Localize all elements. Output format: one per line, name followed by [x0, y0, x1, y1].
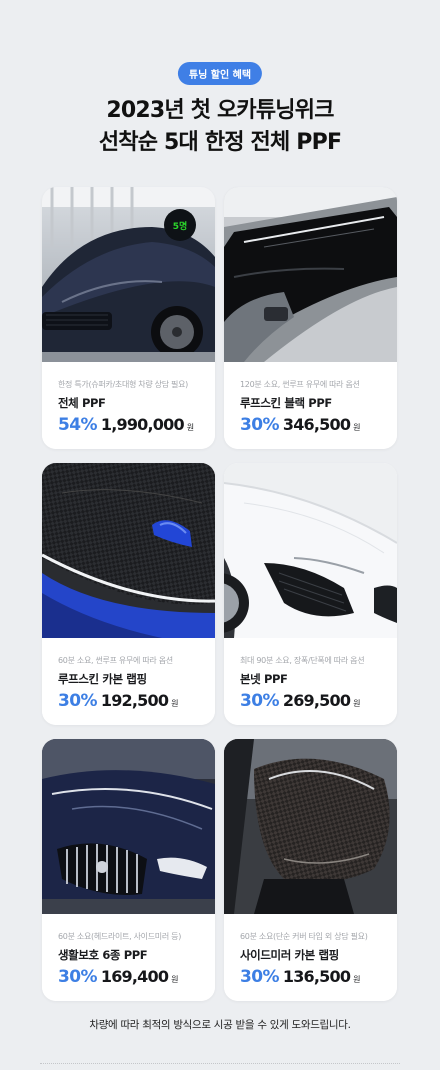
card-price-row: 30% 192,500 원 [58, 691, 179, 711]
card-price-row: 30% 269,500 원 [240, 691, 361, 711]
sale-price: 346,500 [282, 415, 351, 434]
currency-unit: 원 [171, 975, 179, 984]
page-title-line-2: 선착순 5대 한정 전체 PPF [98, 130, 342, 155]
currency-unit: 원 [171, 699, 179, 708]
card-price-row: 30% 169,400 원 [58, 967, 179, 987]
page-title-line-1: 2023년 첫 오카튜닝위크 [106, 98, 334, 123]
dotted-divider [40, 1063, 400, 1064]
card-title: 본넷 PPF [240, 672, 288, 686]
card-note: 60분 소요(헤드라이트, 사이드미러 등) [58, 932, 182, 941]
card-image-white-sports-car [224, 463, 397, 638]
card-image-black-roof [224, 187, 397, 362]
discount-rate: 30% [240, 967, 279, 987]
currency-unit: 원 [353, 975, 361, 984]
card-price-row: 30% 346,500 원 [240, 415, 361, 435]
currency-unit: 원 [186, 423, 195, 432]
sale-price: 169,400 [100, 967, 169, 986]
product-card-roof-black-ppf[interactable]: 120분 소요, 썬루프 유무에 따라 옵션 루프스킨 블랙 PPF 30% 34… [224, 187, 397, 449]
footer-note: 차량에 따라 최적의 방식으로 시공 받을 수 있게 도와드립니다. [89, 1019, 351, 1031]
card-note: 60분 소요(단순 커버 타입 외 상담 필요) [240, 932, 368, 941]
discount-rate: 30% [58, 691, 97, 711]
sale-price: 192,500 [100, 691, 169, 710]
sale-price: 1,990,000 [100, 415, 185, 434]
currency-unit: 원 [353, 423, 361, 432]
card-price-row: 30% 136,500 원 [240, 967, 361, 987]
promo-badge: 튜닝 할인 혜택 [177, 62, 263, 85]
discount-rate: 30% [240, 415, 279, 435]
card-title: 전체 PPF [58, 396, 106, 410]
discount-rate: 30% [240, 691, 279, 711]
card-title: 사이드미러 카본 랩핑 [240, 948, 339, 962]
card-note: 최대 90분 소요, 장폭/단폭에 따라 옵션 [240, 656, 365, 665]
card-price-row: 54% 1,990,000 원 [58, 415, 194, 435]
card-image-carbon-roof [42, 463, 215, 638]
product-card-hood-ppf[interactable]: 최대 90분 소요, 장폭/단폭에 따라 옵션 본넷 PPF 30% 269,50… [224, 463, 397, 725]
product-card-full-ppf[interactable]: 5명 한정 특가(슈퍼카/초대형 차량 상담 필요) 전체 PPF 54% 1,9… [42, 187, 215, 449]
product-card-roof-carbon-wrap[interactable]: 60분 소요, 썬루프 유무에 따라 옵션 루프스킨 카본 랩핑 30% 192,… [42, 463, 215, 725]
sale-price: 269,500 [282, 691, 351, 710]
card-image-navy-sedan [42, 739, 215, 914]
product-card-daily-protection-ppf[interactable]: 60분 소요(헤드라이트, 사이드미러 등) 생활보호 6종 PPF 30% 16… [42, 739, 215, 1001]
discount-rate: 30% [58, 967, 97, 987]
card-title: 루프스킨 블랙 PPF [240, 396, 332, 410]
discount-rate: 54% [58, 415, 97, 435]
remaining-count-tag: 5명 [164, 209, 196, 241]
card-title: 생활보호 6종 PPF [58, 948, 148, 962]
card-image-carbon-mirror [224, 739, 397, 914]
currency-unit: 원 [353, 699, 361, 708]
sale-price: 136,500 [282, 967, 351, 986]
card-title: 루프스킨 카본 랩핑 [58, 672, 147, 686]
product-card-side-mirror-carbon-wrap[interactable]: 60분 소요(단순 커버 타입 외 상담 필요) 사이드미러 카본 랩핑 30%… [224, 739, 397, 1001]
card-note: 한정 특가(슈퍼카/초대형 차량 상담 필요) [58, 380, 188, 389]
card-note: 120분 소요, 썬루프 유무에 따라 옵션 [240, 380, 360, 389]
card-note: 60분 소요, 썬루프 유무에 따라 옵션 [58, 656, 173, 665]
